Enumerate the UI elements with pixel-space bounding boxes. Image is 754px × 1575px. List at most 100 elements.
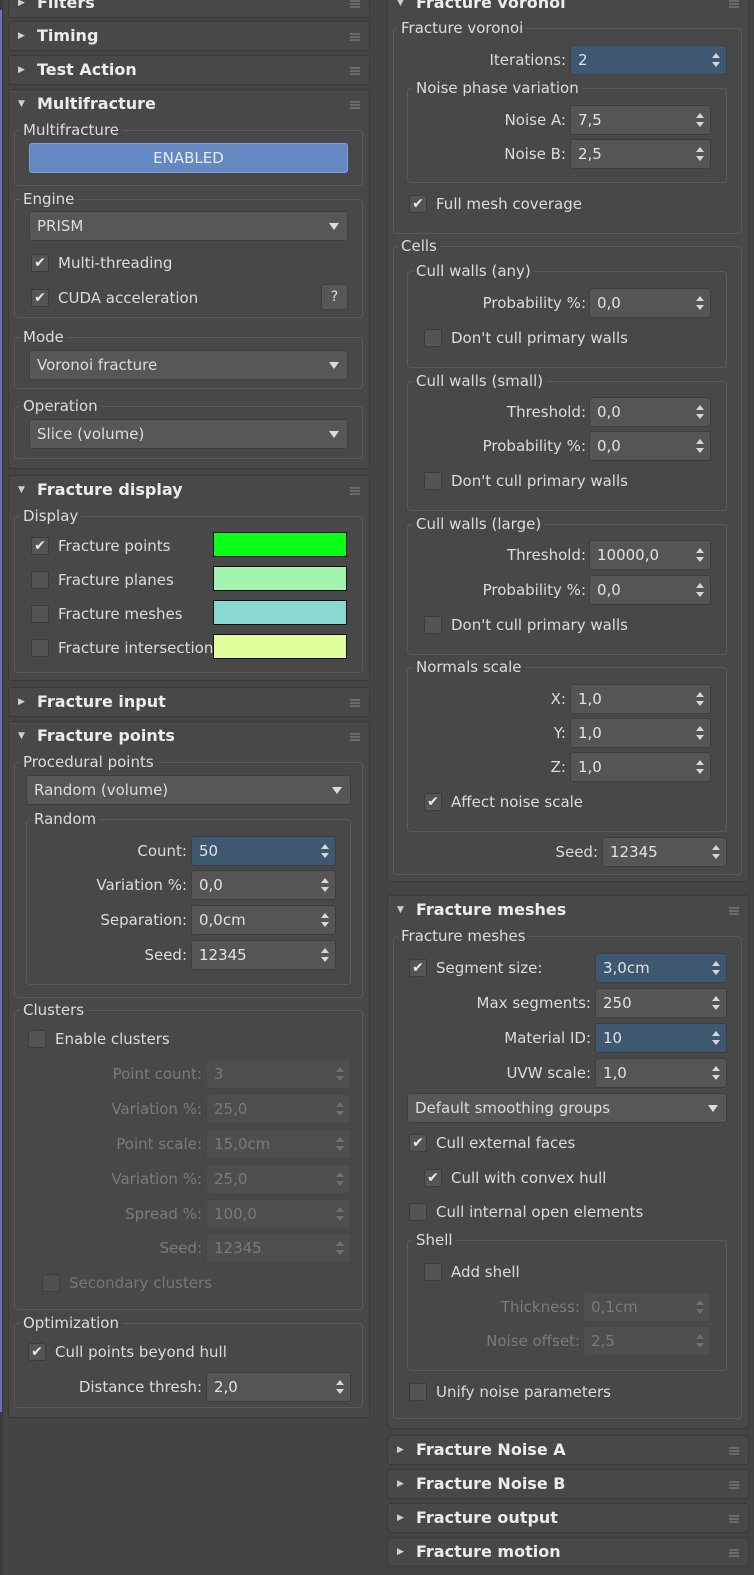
small-probability-spinner[interactable]: 0,0 — [589, 431, 711, 461]
group-label: Operation — [20, 397, 101, 415]
distance-thresh-spinner[interactable]: 2,0 — [206, 1372, 351, 1402]
collapse-arrow-icon[interactable]: ▼ — [397, 905, 404, 915]
mode-dropdown[interactable]: Voronoi fracture — [29, 350, 348, 380]
z-spinner[interactable]: 1,0 — [570, 752, 711, 782]
rollout-fracture-motion[interactable]: ▶ Fracture motion — [387, 1537, 749, 1567]
count-spinner[interactable]: 50 — [191, 836, 336, 866]
operation-dropdown[interactable]: Slice (volume) — [29, 419, 348, 449]
checkbox-box — [424, 1263, 442, 1281]
expand-arrow-icon: ▶ — [18, 0, 25, 8]
checkbox-label: Cull external faces — [436, 1134, 576, 1152]
rollout-fracture-noise-a[interactable]: ▶ Fracture Noise A — [387, 1435, 749, 1465]
drag-grip-icon[interactable] — [729, 907, 739, 915]
help-button[interactable]: ? — [321, 284, 348, 310]
spinner-arrows-icon[interactable] — [696, 547, 704, 563]
x-spinner[interactable]: 1,0 — [570, 684, 711, 714]
fracture-meshes-color-swatch[interactable] — [213, 600, 347, 625]
drag-grip-icon[interactable] — [350, 67, 360, 75]
max-segments-spinner[interactable]: 250 — [595, 988, 727, 1018]
group-label: Clusters — [20, 1001, 88, 1019]
spinner-arrows-icon[interactable] — [696, 146, 704, 162]
checkbox-label: Fracture intersections — [58, 639, 222, 657]
rollout-timing[interactable]: ▶ Timing — [8, 21, 370, 51]
rollout-filters[interactable]: ▶ Filters — [8, 0, 370, 18]
smoothing-groups-dropdown[interactable]: Default smoothing groups — [407, 1093, 727, 1123]
spinner-arrows-icon — [336, 1206, 344, 1222]
spinner-arrows-icon[interactable] — [696, 404, 704, 420]
any-probability-spinner[interactable]: 0,0 — [589, 288, 711, 318]
group-label: Procedural points — [20, 753, 157, 771]
variation-spinner[interactable]: 0,0 — [191, 870, 336, 900]
procedural-points-dropdown[interactable]: Random (volume) — [26, 775, 351, 805]
drag-grip-icon[interactable] — [350, 101, 360, 109]
mode-value: Voronoi fracture — [37, 356, 158, 374]
large-threshold-spinner[interactable]: 10000,0 — [589, 540, 711, 570]
segment-size-spinner[interactable]: 3,0cm — [595, 953, 727, 983]
spinner-arrows-icon[interactable] — [336, 1379, 344, 1395]
drag-grip-icon[interactable] — [729, 1549, 739, 1557]
spinner-arrows-icon[interactable] — [712, 995, 720, 1011]
rollout-title: Fracture voronoi — [416, 0, 566, 12]
cluster-seed-value: 12345 — [214, 1239, 262, 1257]
iterations-spinner[interactable]: 2 — [570, 45, 727, 75]
noise-a-spinner[interactable]: 7,5 — [570, 105, 711, 135]
rollout-fracture-output[interactable]: ▶ Fracture output — [387, 1503, 749, 1533]
check-icon: ✔ — [28, 1343, 46, 1361]
any-probability-value: 0,0 — [597, 294, 621, 312]
enabled-button[interactable]: ENABLED — [29, 143, 348, 173]
noise-b-spinner[interactable]: 2,5 — [570, 139, 711, 169]
rollout-fracture-input[interactable]: ▶ Fracture input — [8, 687, 370, 717]
spinner-arrows-icon[interactable] — [696, 295, 704, 311]
drag-grip-icon[interactable] — [350, 487, 360, 495]
y-spinner[interactable]: 1,0 — [570, 718, 711, 748]
small-threshold-spinner[interactable]: 0,0 — [589, 397, 711, 427]
spinner-arrows-icon[interactable] — [696, 438, 704, 454]
spinner-arrows-icon[interactable] — [696, 112, 704, 128]
voronoi-seed-spinner[interactable]: 12345 — [602, 837, 727, 867]
spinner-arrows-icon[interactable] — [321, 843, 329, 859]
rollout-fracture-noise-b[interactable]: ▶ Fracture Noise B — [387, 1469, 749, 1499]
max-segments-value: 250 — [603, 994, 632, 1012]
collapse-arrow-icon[interactable]: ▼ — [18, 731, 25, 741]
drag-grip-icon[interactable] — [729, 0, 739, 8]
drag-grip-icon[interactable] — [350, 733, 360, 741]
any-probability-label: Probability %: — [482, 294, 586, 312]
drag-grip-icon[interactable] — [350, 699, 360, 707]
spinner-arrows-icon[interactable] — [696, 582, 704, 598]
spinner-arrows-icon[interactable] — [712, 52, 720, 68]
rollout-test-action[interactable]: ▶ Test Action — [8, 55, 370, 85]
spinner-arrows-icon[interactable] — [712, 1030, 720, 1046]
large-probability-spinner[interactable]: 0,0 — [589, 575, 711, 605]
spinner-arrows-icon[interactable] — [696, 759, 704, 775]
drag-grip-icon[interactable] — [729, 1515, 739, 1523]
group-label: Engine — [20, 190, 78, 208]
noise-a-label: Noise A: — [504, 111, 566, 129]
drag-grip-icon[interactable] — [350, 33, 360, 41]
collapse-arrow-icon[interactable]: ▼ — [18, 99, 25, 109]
seed-spinner[interactable]: 12345 — [191, 940, 336, 970]
fracture-planes-color-swatch[interactable] — [213, 566, 347, 591]
fracture-intersections-color-swatch[interactable] — [213, 634, 347, 659]
spinner-arrows-icon[interactable] — [321, 947, 329, 963]
drag-grip-icon[interactable] — [350, 0, 360, 8]
spinner-arrows-icon[interactable] — [712, 844, 720, 860]
spinner-arrows-icon[interactable] — [712, 1065, 720, 1081]
spinner-arrows-icon[interactable] — [696, 725, 704, 741]
collapse-arrow-icon[interactable]: ▼ — [397, 0, 404, 8]
checkbox-label: Multi-threading — [58, 254, 173, 272]
engine-dropdown[interactable]: PRISM — [29, 211, 348, 241]
spinner-arrows-icon[interactable] — [321, 877, 329, 893]
fracture-points-color-swatch[interactable] — [213, 532, 347, 557]
drag-grip-icon[interactable] — [729, 1481, 739, 1489]
spinner-arrows-icon[interactable] — [321, 912, 329, 928]
collapse-arrow-icon[interactable]: ▼ — [18, 485, 25, 495]
drag-grip-icon[interactable] — [729, 1447, 739, 1455]
checkbox-box — [409, 1203, 427, 1221]
material-id-spinner[interactable]: 10 — [595, 1023, 727, 1053]
uvw-scale-spinner[interactable]: 1,0 — [595, 1058, 727, 1088]
uvw-scale-label: UVW scale: — [506, 1064, 591, 1082]
spinner-arrows-icon[interactable] — [696, 691, 704, 707]
group-label: Cull walls (any) — [413, 262, 534, 280]
spinner-arrows-icon[interactable] — [712, 960, 720, 976]
separation-spinner[interactable]: 0,0cm — [191, 905, 336, 935]
